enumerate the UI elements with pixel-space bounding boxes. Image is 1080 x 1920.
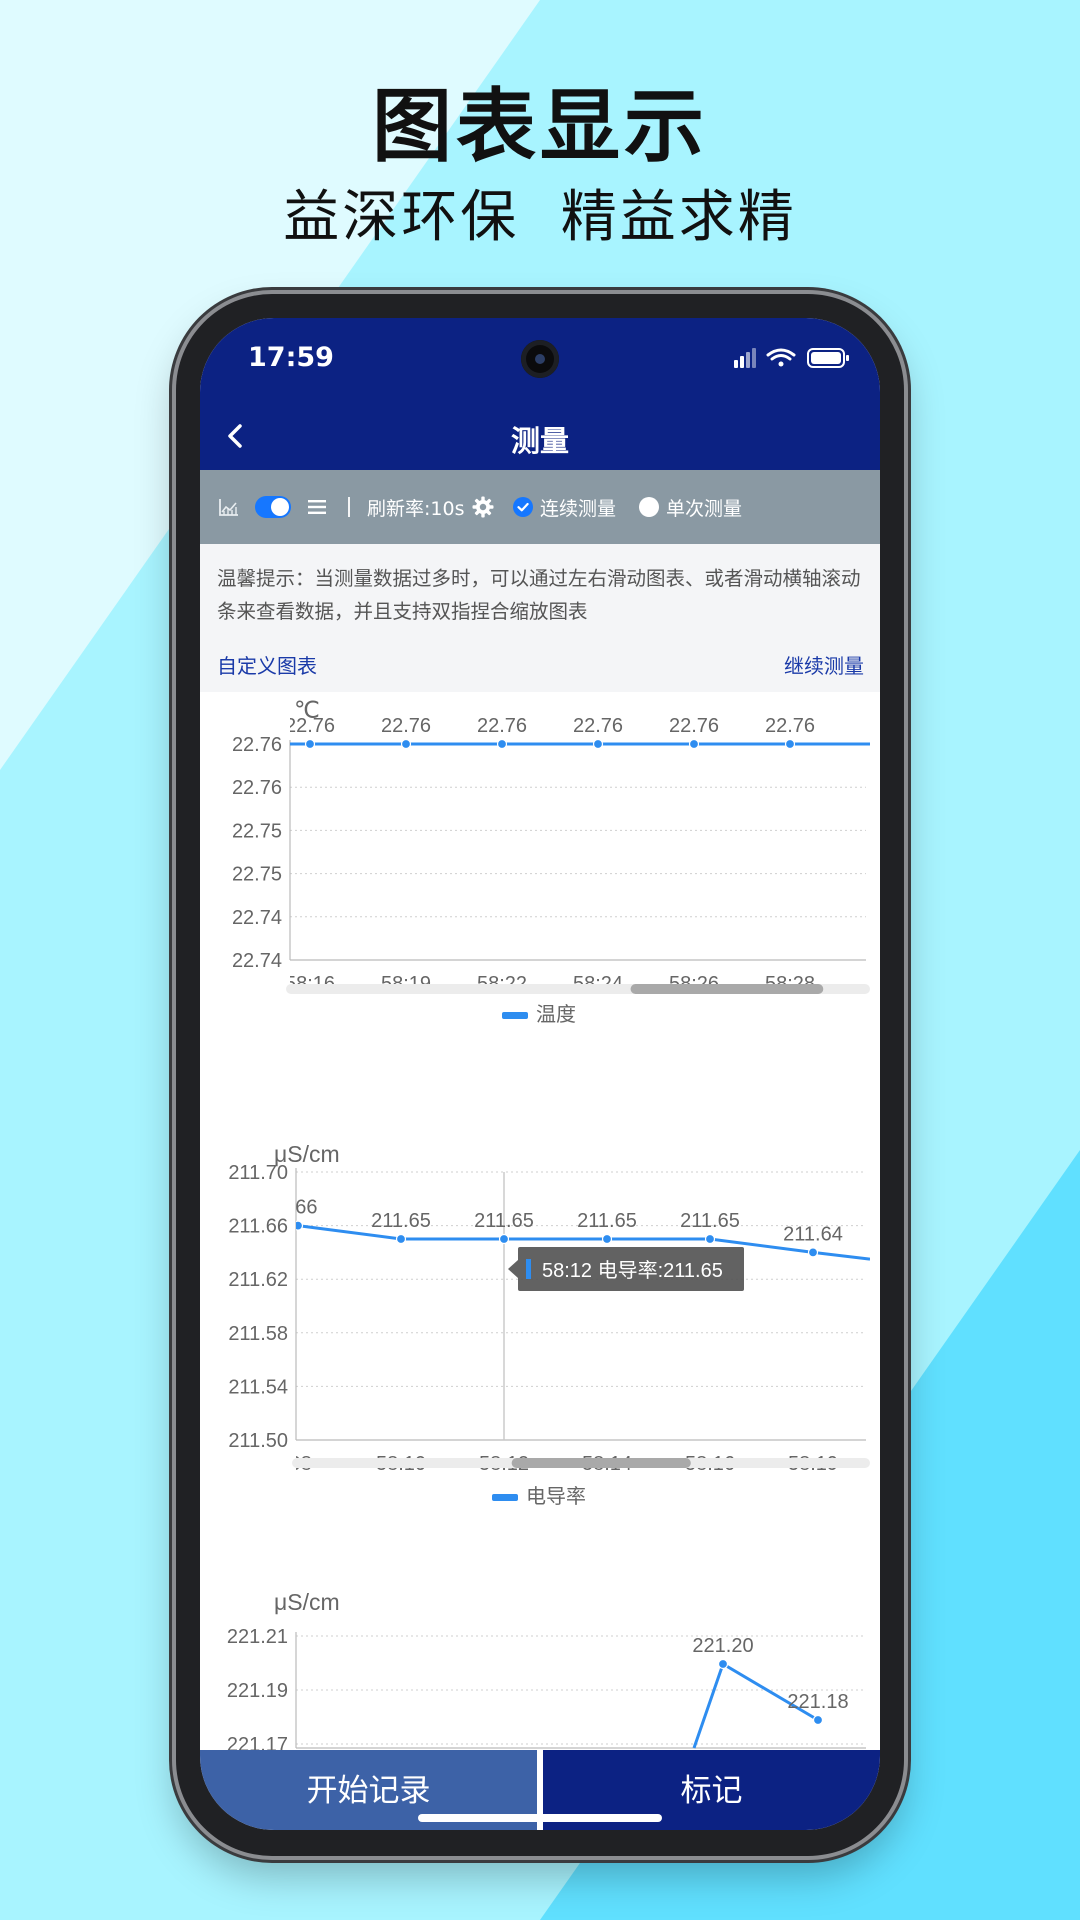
phone-side-button — [904, 646, 911, 860]
status-time: 17:59 — [248, 342, 334, 373]
continuous-measure-option[interactable]: 连续测量 — [512, 470, 616, 544]
scrollbar-thumb — [630, 984, 824, 994]
temperature-chart[interactable]: ℃22.7622.7622.7522.7522.7422.7458:1658:1… — [200, 692, 880, 1126]
checkbox-checked-icon — [513, 497, 533, 517]
home-indicator[interactable] — [418, 1814, 662, 1822]
y-axis-unit: μS/cm — [274, 1589, 340, 1615]
charts-area[interactable]: ℃22.7622.7622.7522.7522.7422.7458:1658:1… — [200, 692, 880, 1756]
radio-unchecked-icon — [639, 497, 659, 517]
continuous-measure-label: 连续测量 — [540, 497, 617, 520]
conductivity-chart[interactable]: μS/cm211.70211.66211.62211.58211.54211.5… — [200, 1134, 880, 1568]
wifi-icon — [766, 348, 796, 367]
y-tick-label: 211.70 — [228, 1162, 288, 1184]
conductivity-chart-2[interactable]: μS/cm221.21221.19221.17221.20221.18 — [200, 1576, 880, 1756]
series-group: 221.20 221.18 — [692, 1635, 849, 1749]
data-label: 211.65 — [371, 1210, 431, 1232]
data-label: 22.76 — [477, 715, 527, 737]
single-measure-option[interactable]: 单次测量 — [638, 470, 742, 544]
legend-swatch — [492, 1494, 518, 1501]
phone-screen: 17:59 测量 刷新率:10s 连续测量 单次测量 温馨提示：当测量数据过多时… — [200, 318, 880, 1830]
legend-swatch — [502, 1012, 528, 1019]
chart-toggle[interactable] — [254, 470, 292, 544]
y-tick-label: 211.58 — [228, 1323, 288, 1345]
data-label: 221.20 — [692, 1635, 753, 1657]
data-label: 22.76 — [669, 715, 719, 737]
refresh-rate-label: 刷新率:10s — [367, 497, 465, 520]
list-icon[interactable] — [308, 470, 326, 544]
toolbar-separator — [348, 470, 350, 544]
scrollbar-thumb — [511, 1458, 691, 1468]
tip-panel: 温馨提示：当测量数据过多时，可以通过左右滑动图表、或者滑动横轴滚动条来查看数据，… — [200, 544, 880, 692]
tooltip-text: 58:12 电导率:211.65 — [542, 1259, 723, 1282]
y-tick-label: 221.21 — [227, 1626, 288, 1648]
data-point — [498, 1233, 510, 1245]
data-point — [304, 738, 316, 750]
nav-bar: 测量 — [200, 404, 880, 470]
page-title: 测量 — [510, 424, 569, 458]
data-label: 221.18 — [787, 1691, 848, 1713]
y-tick-label: 22.75 — [232, 864, 282, 886]
y-tick-label: 221.19 — [227, 1680, 288, 1702]
data-point — [601, 1233, 613, 1245]
tip-text: 温馨提示：当测量数据过多时，可以通过左右滑动图表、或者滑动横轴滚动条来查看数据，… — [217, 567, 861, 623]
data-point — [395, 1233, 407, 1245]
data-label: 22.76 — [381, 715, 431, 737]
status-icons — [734, 348, 849, 368]
phone-side-button — [904, 916, 911, 1028]
data-label: 211.64 — [783, 1223, 843, 1245]
data-point — [812, 1714, 824, 1726]
y-tick-label: 22.75 — [232, 820, 282, 842]
tooltip-marker — [526, 1259, 531, 1279]
custom-chart-link[interactable]: 自定义图表 — [217, 650, 317, 679]
continue-measure-link[interactable]: 继续测量 — [784, 650, 864, 679]
y-tick-label: 211.54 — [228, 1376, 288, 1398]
refresh-rate[interactable]: 刷新率:10s — [367, 470, 464, 544]
legend-label: 温度 — [536, 1003, 576, 1026]
data-label: 211.65 — [474, 1210, 534, 1232]
y-tick-label: 22.74 — [232, 950, 282, 972]
data-point — [784, 738, 796, 750]
data-point — [704, 1233, 716, 1245]
promo-title: 图表显示 — [372, 80, 708, 173]
y-tick-label: 211.62 — [228, 1269, 288, 1291]
battery-icon — [807, 348, 849, 368]
data-point — [688, 738, 700, 750]
data-label: 211.65 — [680, 1210, 740, 1232]
data-point — [717, 1658, 729, 1670]
promo-subtitle: 益深环保 精益求精 — [283, 185, 797, 250]
data-point — [296, 1220, 304, 1231]
chart-icon[interactable] — [218, 470, 240, 544]
data-point — [807, 1247, 819, 1258]
legend-label: 电导率 — [526, 1485, 586, 1508]
front-camera — [521, 340, 559, 378]
tooltip-arrow — [508, 1260, 518, 1278]
series-group: 22.7622.7622.7622.7622.7622.762 — [285, 715, 870, 750]
data-label: 211.65 — [577, 1210, 637, 1232]
data-label: 22.76 — [765, 715, 815, 737]
single-measure-label: 单次测量 — [666, 497, 743, 520]
y-tick-label: 22.74 — [232, 907, 282, 929]
data-label: 22.76 — [285, 715, 335, 737]
status-bar: 17:59 — [200, 318, 880, 404]
data-point — [400, 738, 412, 750]
y-tick-label: 211.50 — [228, 1430, 288, 1452]
gear-icon[interactable] — [472, 470, 494, 544]
measure-toolbar: 刷新率:10s 连续测量 单次测量 — [200, 470, 880, 544]
data-label: 22.76 — [573, 715, 623, 737]
data-point — [496, 738, 508, 750]
data-point — [592, 738, 604, 750]
y-tick-label: 211.66 — [228, 1216, 288, 1238]
y-tick-label: 22.76 — [232, 777, 282, 799]
y-tick-label: 22.76 — [232, 734, 282, 756]
signal-icon — [734, 348, 756, 368]
